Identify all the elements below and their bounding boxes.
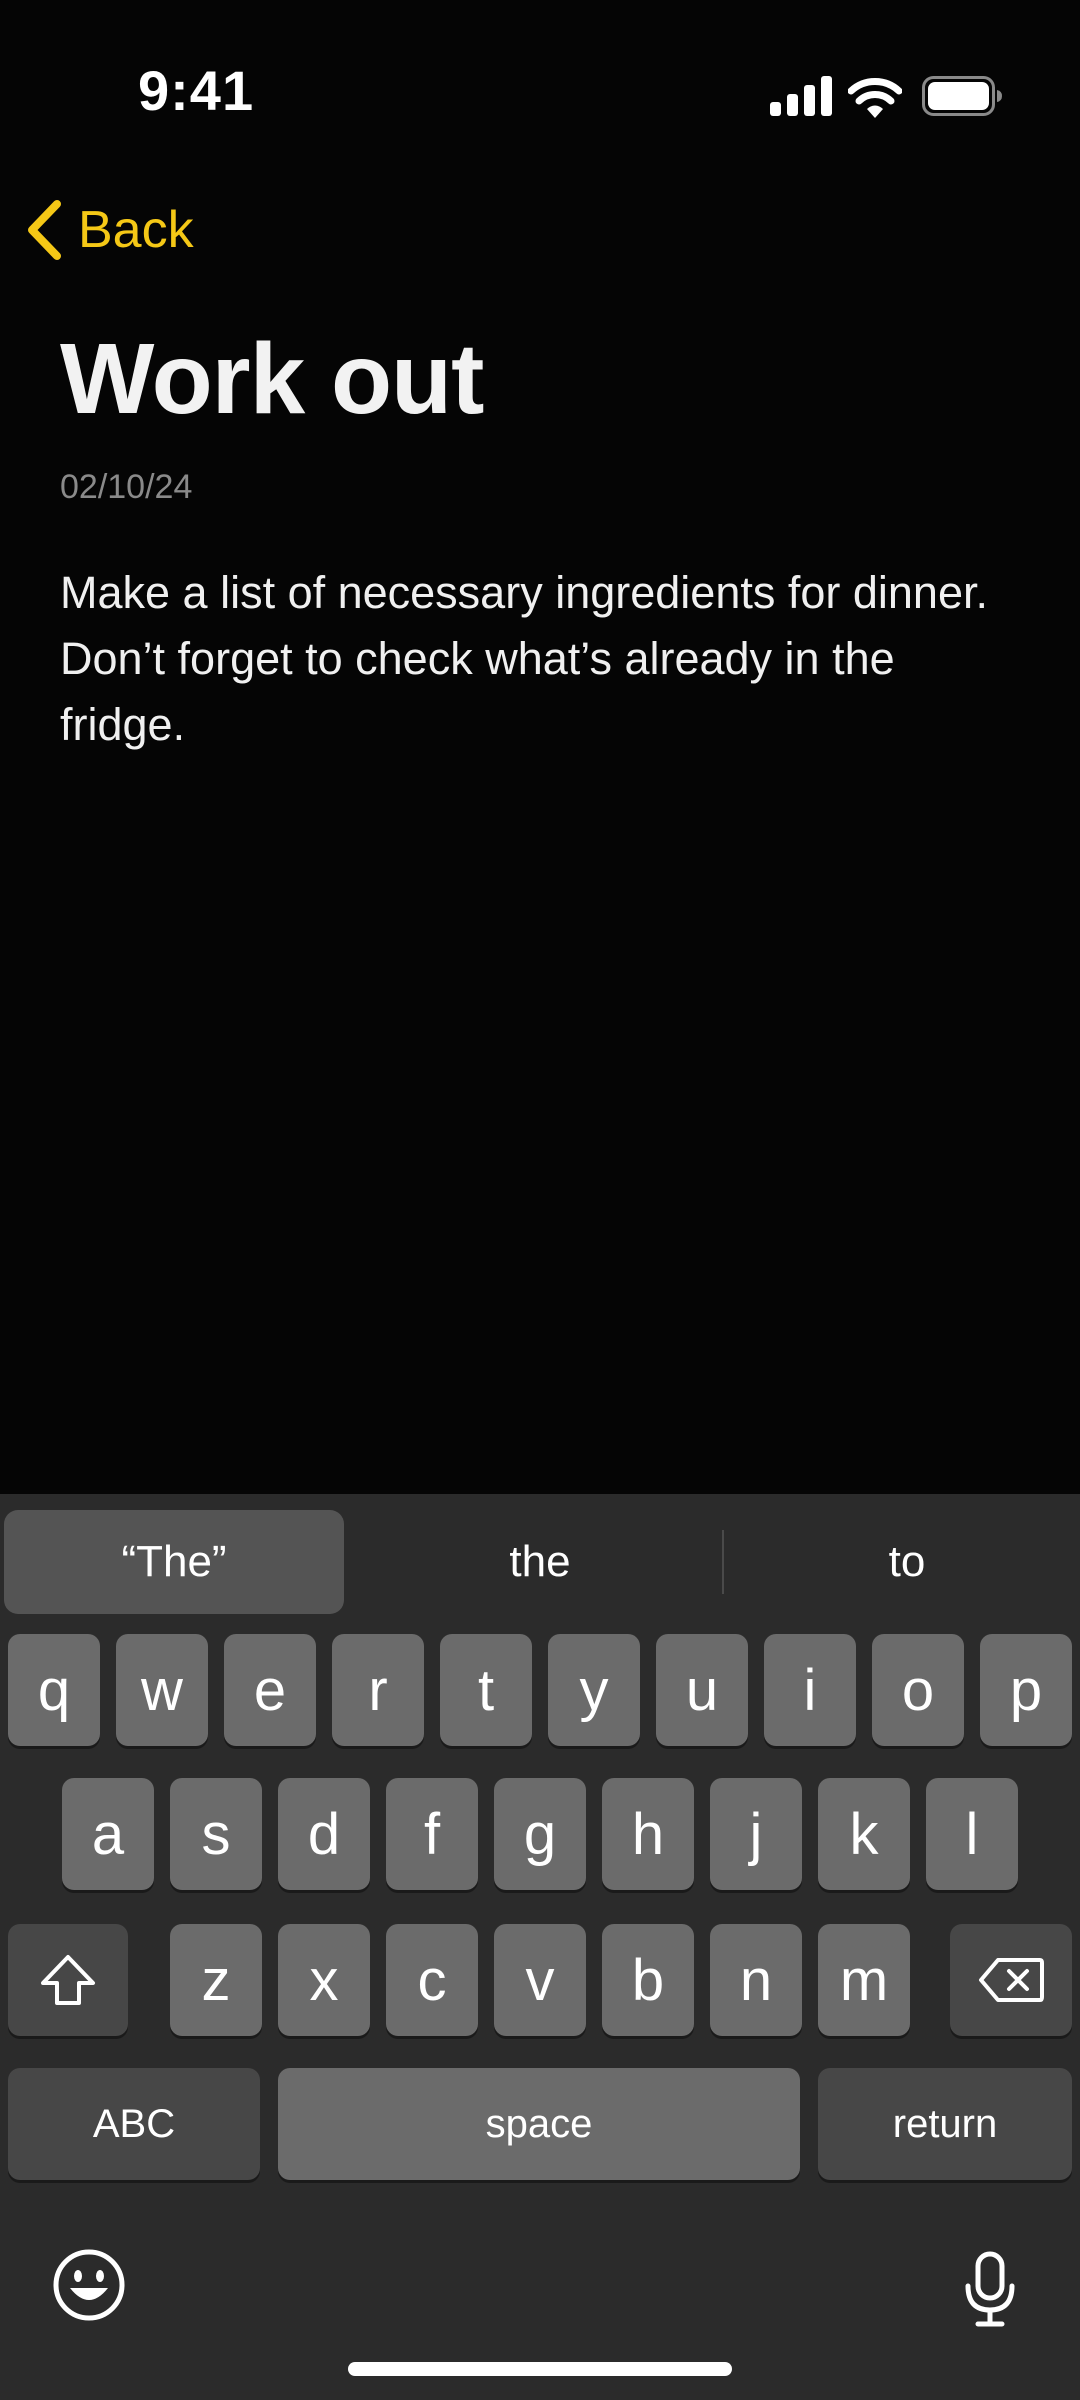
cellular-signal-icon [770,76,832,116]
key-a[interactable]: a [62,1778,154,1890]
space-key[interactable]: space [278,2068,800,2180]
home-indicator [348,2362,732,2376]
key-f[interactable]: f [386,1778,478,1890]
microphone-icon[interactable] [962,2250,1018,2330]
back-button[interactable]: Back [24,190,194,270]
key-k[interactable]: k [818,1778,910,1890]
key-q[interactable]: q [8,1634,100,1746]
key-p[interactable]: p [980,1634,1072,1746]
suggestion-3[interactable]: to [722,1510,1080,1614]
return-key[interactable]: return [818,2068,1072,2180]
suggestion-1[interactable]: “The” [4,1510,344,1614]
key-b[interactable]: b [602,1924,694,2036]
chevron-left-icon [28,200,61,260]
note-body[interactable]: Make a list of necessary ingredients for… [60,560,1020,758]
key-n[interactable]: n [710,1924,802,2036]
emoji-icon[interactable] [52,2248,126,2322]
key-j[interactable]: j [710,1778,802,1890]
key-x[interactable]: x [278,1924,370,2036]
backspace-icon [979,1958,1044,2002]
key-s[interactable]: s [170,1778,262,1890]
shift-key[interactable] [8,1924,128,2036]
abc-key[interactable]: ABC [8,2068,260,2180]
key-u[interactable]: u [656,1634,748,1746]
note-date: 02/10/24 [60,468,193,506]
key-d[interactable]: d [278,1778,370,1890]
key-h[interactable]: h [602,1778,694,1890]
suggestion-2[interactable]: the [360,1510,720,1614]
key-y[interactable]: y [548,1634,640,1746]
key-z[interactable]: z [170,1924,262,2036]
key-t[interactable]: t [440,1634,532,1746]
keyboard: “The” the to q w e r t y u i o p a s d f… [0,1494,1080,2400]
key-g[interactable]: g [494,1778,586,1890]
shift-arrow-icon [41,1955,95,2005]
key-m[interactable]: m [818,1924,910,2036]
key-c[interactable]: c [386,1924,478,2036]
key-r[interactable]: r [332,1634,424,1746]
wifi-icon [848,78,902,118]
note-title[interactable]: Work out [60,322,484,437]
back-label: Back [78,201,194,259]
key-i[interactable]: i [764,1634,856,1746]
battery-icon [922,76,1002,116]
key-v[interactable]: v [494,1924,586,2036]
key-l[interactable]: l [926,1778,1018,1890]
key-o[interactable]: o [872,1634,964,1746]
key-w[interactable]: w [116,1634,208,1746]
key-e[interactable]: e [224,1634,316,1746]
status-time: 9:41 [138,59,255,122]
delete-key[interactable] [950,1924,1072,2036]
